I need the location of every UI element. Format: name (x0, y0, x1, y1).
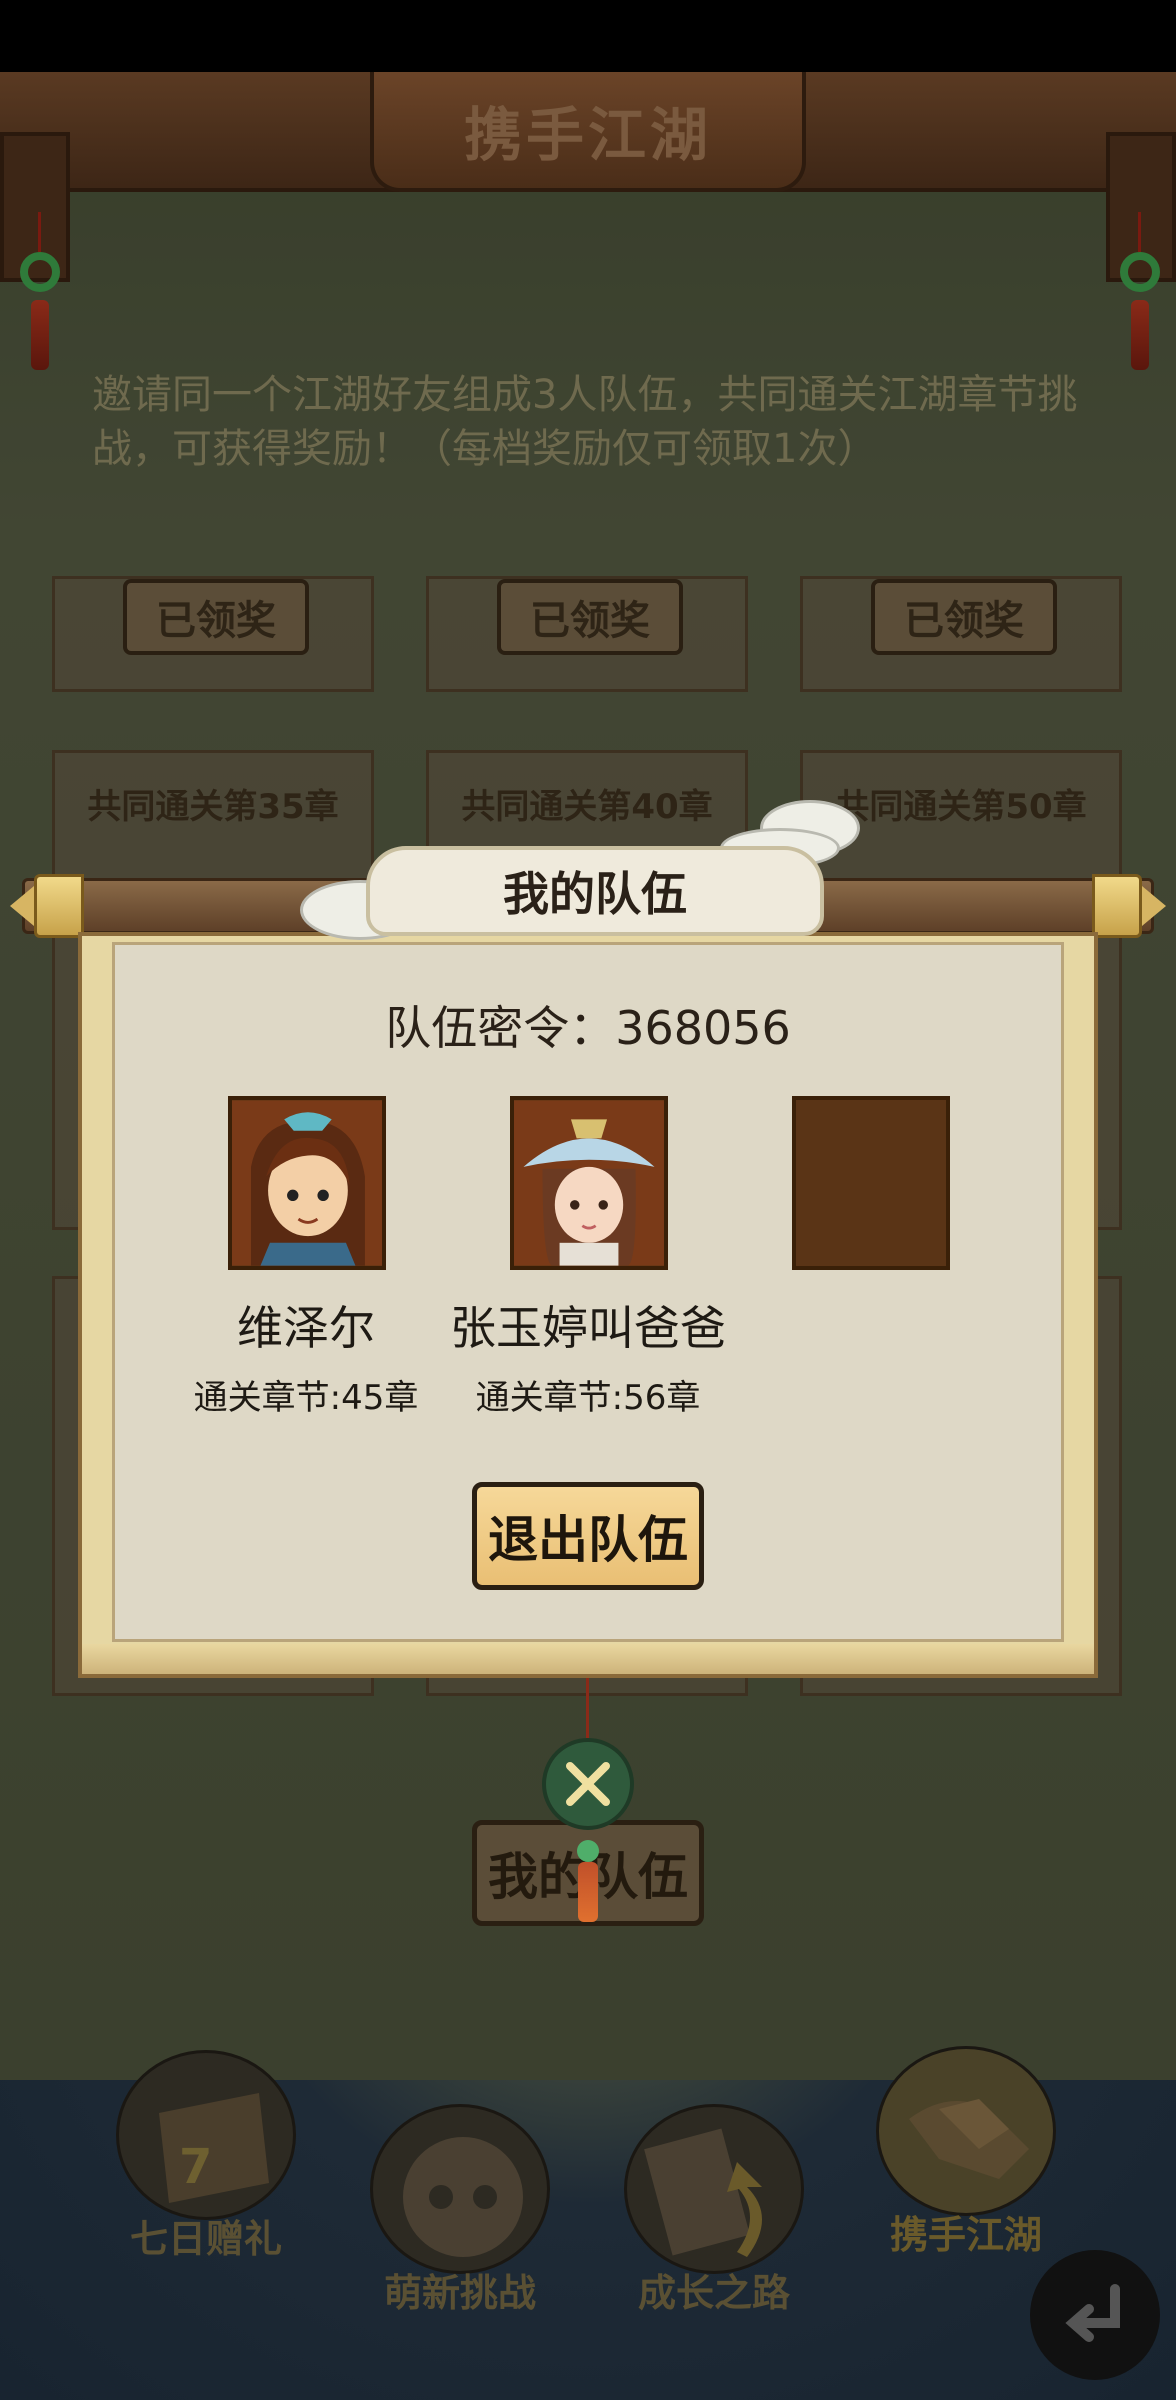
hang-cord (586, 1678, 589, 1738)
member-chapter: 通关章节:56章 (475, 1378, 701, 1418)
member-name: 维泽尔 (237, 1301, 375, 1355)
team-code: 队伍密令：368056 (78, 992, 1098, 1058)
reward-tile: 已领奖 (52, 576, 374, 692)
nav-label-growth-road[interactable]: 成长之路 (584, 2262, 844, 2317)
tassel-icon (31, 300, 49, 370)
team-code-label: 队伍密令： (385, 1001, 616, 1055)
claimed-button[interactable]: 已领奖 (497, 579, 683, 655)
handshake-icon[interactable] (876, 2046, 1056, 2216)
tassel-icon (1131, 300, 1149, 370)
pendant-bead (577, 1840, 599, 1862)
tile-label: 共同通关第35章 (87, 787, 339, 827)
reward-tile: 已领奖 (426, 576, 748, 692)
team-code-value: 368056 (615, 1001, 791, 1055)
gift-box-icon[interactable]: 7 (116, 2050, 296, 2220)
gift-box-icon-shape: 7 (159, 2093, 269, 2203)
member-slot[interactable] (510, 1096, 668, 1270)
back-arrow-icon (1065, 2284, 1120, 2342)
nav-label-newbie-challenge[interactable]: 萌新挑战 (330, 2262, 590, 2317)
handshake-icon-shape (909, 2099, 1029, 2179)
left-cord (38, 212, 41, 252)
claimed-button[interactable]: 已领奖 (123, 579, 309, 655)
close-icon (566, 1762, 610, 1806)
rod-cap (1092, 874, 1142, 938)
rod-tip (1142, 886, 1166, 926)
hat-girl-avatar (514, 1100, 664, 1266)
nav-label-hand-in-hand[interactable]: 携手江湖 (836, 2204, 1096, 2259)
status-bar (0, 0, 1176, 72)
tassel-icon (578, 1862, 598, 1922)
jade-pendant-icon (1120, 252, 1160, 292)
reward-tile: 已领奖 (800, 576, 1122, 692)
empty-member-slot[interactable] (792, 1096, 950, 1270)
member-name: 张玉婷叫爸爸 (450, 1301, 726, 1355)
leave-team-button[interactable]: 退出队伍 (472, 1482, 704, 1590)
book-arrow-icon[interactable] (624, 2104, 804, 2274)
member-slot[interactable] (228, 1096, 386, 1270)
page-title: 携手江湖 (463, 101, 712, 169)
face-icon-shape (403, 2137, 523, 2257)
nav-label-seven-day-gift[interactable]: 七日赠礼 (76, 2208, 336, 2263)
gift-badge: 7 (179, 2139, 212, 2195)
back-button[interactable] (1030, 2250, 1160, 2380)
book-arrow-icon-shape (644, 2128, 762, 2257)
swordsman-avatar (232, 1100, 382, 1266)
member-chapter: 通关章节:45章 (193, 1378, 419, 1418)
jade-pendant-icon (20, 252, 60, 292)
rod-cap (34, 874, 84, 938)
claimed-button[interactable]: 已领奖 (871, 579, 1057, 655)
close-button[interactable] (542, 1738, 634, 1830)
rod-tip (10, 886, 34, 926)
tile-label: 共同通关第40章 (461, 787, 713, 827)
face-icon[interactable] (370, 2104, 550, 2274)
instruction-text: 邀请同一个江湖好友组成3人队伍，共同通关江湖章节挑战，可获得奖励！（每档奖励仅可… (92, 372, 1078, 472)
dialog-title: 我的队伍 (366, 846, 824, 936)
right-cord (1138, 212, 1141, 252)
dialog-footer (82, 1644, 1094, 1674)
